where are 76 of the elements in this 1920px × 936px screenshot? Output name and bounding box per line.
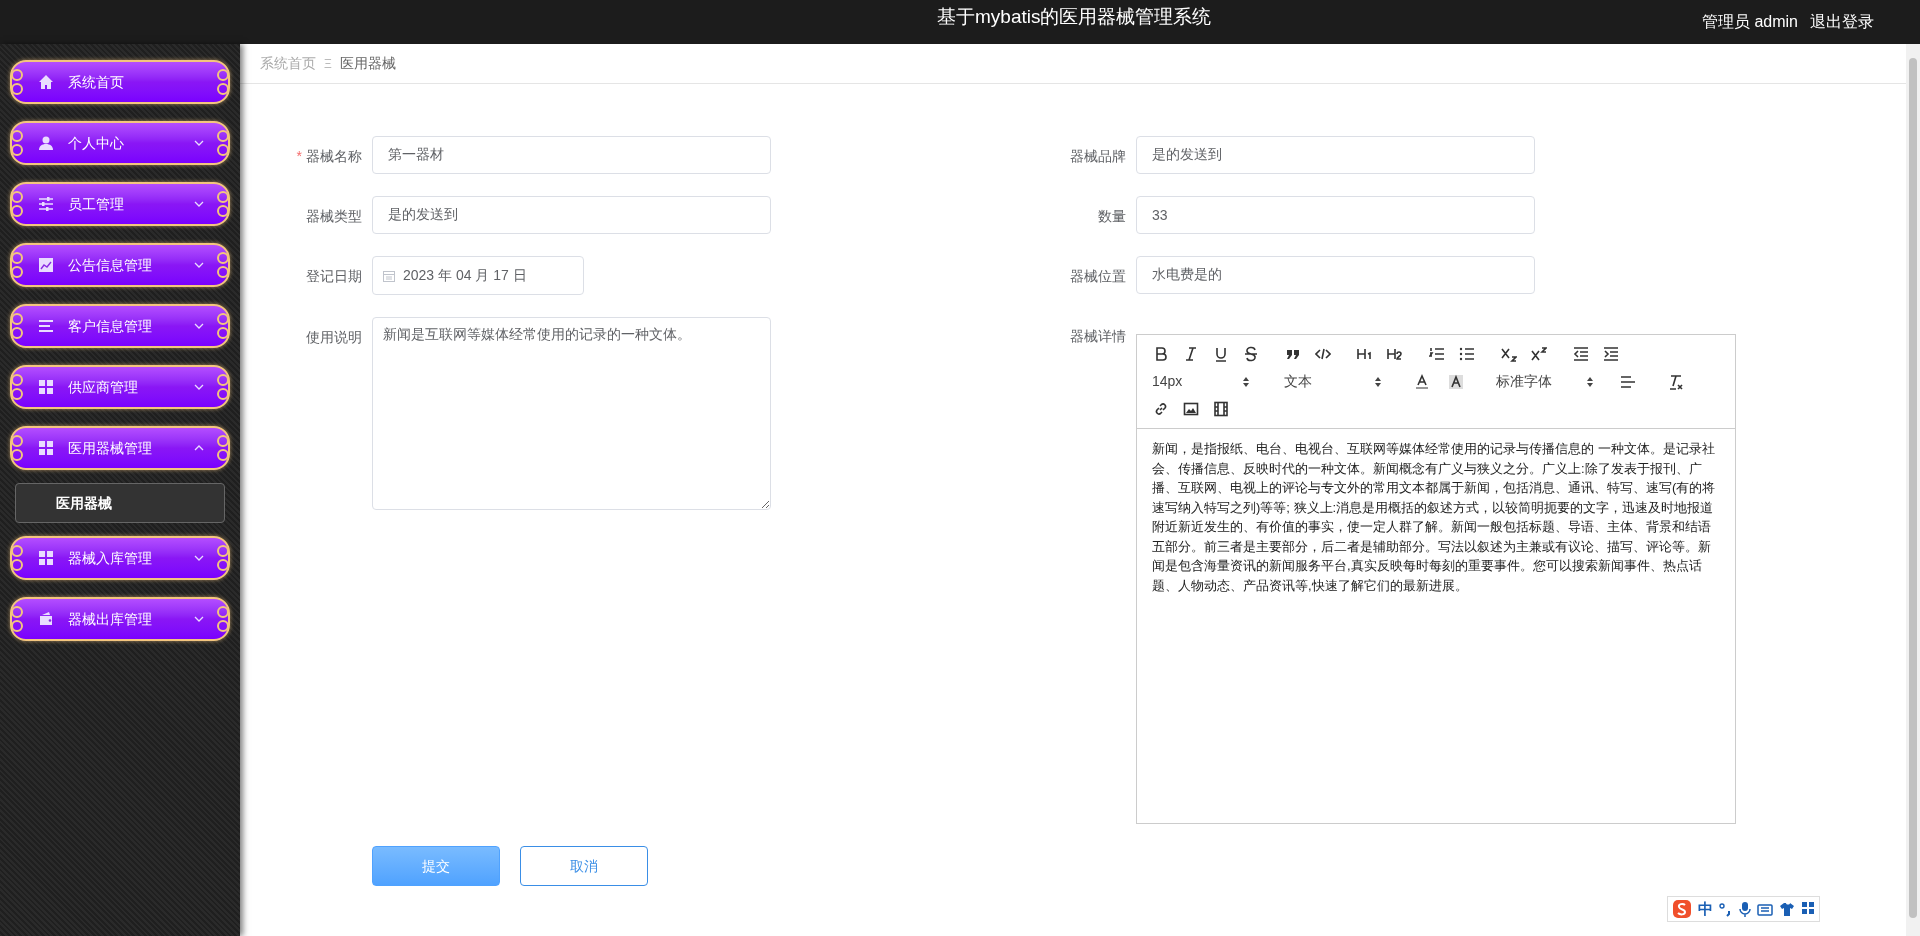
highlight-icon[interactable] xyxy=(1448,373,1464,390)
ordered-list-icon[interactable] xyxy=(1429,346,1445,362)
bullet-list-icon[interactable] xyxy=(1459,346,1475,362)
user-icon xyxy=(38,135,54,151)
calendar-icon xyxy=(383,269,395,282)
sidebar-menu-item[interactable]: 供应商管理 xyxy=(10,365,230,409)
input-field[interactable]: 第一器材 xyxy=(372,136,771,174)
grid-icon xyxy=(38,379,54,395)
punctuation-icon[interactable] xyxy=(1719,901,1733,917)
subscript-icon[interactable] xyxy=(1501,346,1517,362)
home-icon xyxy=(38,74,54,90)
cancel-button[interactable]: 取消 xyxy=(520,846,648,886)
image-icon[interactable] xyxy=(1183,401,1199,417)
input-field[interactable]: 是的发送到 xyxy=(1136,136,1535,174)
microphone-icon[interactable] xyxy=(1739,901,1751,917)
editor-content[interactable]: 新闻，是指报纸、电台、电视台、互联网等媒体经常使用的记录与传播信息的 一种文体。是记录社会、传播信息、反映时代的一种文体。新闻概念有广义与狭义之分。广义上:除了发表于报刊、广播、互联网、电视上的评论与专文外的常用文本都属于新闻，包括消息、通讯、特写、速写(有的将速写纳入特写之列)等等; 狭义上:消息是用概括的叙述方式，以较简明扼要的文字，迅速及时地报道附近新近发生的、有价值的事实，使一定人群了解。新闻一般包括标题、导语、主体、背景和结语五部分。前三者是主要部分，后二者是辅助部分。写法以叙述为主兼或有议论、描写、评论等。新闻是包含海量资讯的新闻服务平台,真实反映每时每刻的重要事件。您可以搜索新闻事件、热点话题、人物动态、产品资讯等,快速了解它们的最新进展。 xyxy=(1137,429,1735,595)
font-color-icon[interactable] xyxy=(1414,373,1430,390)
field-label: 器械品牌 xyxy=(1070,148,1126,164)
grid-icon xyxy=(38,440,54,456)
input-field[interactable]: 水电费是的 xyxy=(1136,256,1535,294)
heading-two-icon[interactable] xyxy=(1387,346,1403,362)
superscript-icon[interactable] xyxy=(1531,346,1547,362)
select-arrows-icon xyxy=(1586,375,1594,388)
code-icon[interactable] xyxy=(1315,346,1331,362)
editor-select[interactable]: 标准字体 xyxy=(1496,371,1594,392)
field-label: 器械位置 xyxy=(1070,268,1126,284)
field-label: 器械详情 xyxy=(1070,328,1126,344)
chart-icon xyxy=(38,257,54,273)
underline-icon[interactable] xyxy=(1213,346,1229,362)
sidebar-menu-item[interactable]: 个人中心 xyxy=(10,121,230,165)
submenu-item[interactable]: 医用器械 xyxy=(15,483,225,523)
heading-one-icon[interactable] xyxy=(1357,346,1373,362)
field-label: 登记日期 xyxy=(306,268,362,284)
input-method-logo-icon xyxy=(1672,899,1692,919)
strikethrough-icon[interactable] xyxy=(1243,346,1259,362)
date-field[interactable]: 2023 年 04 月 17 日 xyxy=(372,256,584,295)
sidebar-menu-item[interactable]: 客户信息管理 xyxy=(10,304,230,348)
sidebar-menu-item[interactable]: 器械入库管理 xyxy=(10,536,230,580)
input-mode-label[interactable]: 中 xyxy=(1698,897,1713,921)
clear-format-icon[interactable] xyxy=(1668,373,1684,390)
field-label: 器械类型 xyxy=(306,208,362,224)
input-field[interactable]: 33 xyxy=(1136,196,1535,234)
grid-icon[interactable] xyxy=(1801,901,1815,915)
list-icon xyxy=(38,318,54,334)
user-label: 管理员 admin xyxy=(1701,12,1798,32)
select-arrows-icon xyxy=(1374,375,1382,388)
app-title: 基于mybatis的医用器械管理系统 xyxy=(937,5,1212,29)
align-icon[interactable] xyxy=(1620,373,1636,390)
breadcrumb-separator: Ξ xyxy=(324,55,332,73)
italic-icon[interactable] xyxy=(1183,346,1199,362)
field-label: 使用说明 xyxy=(306,329,362,345)
link-icon[interactable] xyxy=(1153,401,1169,417)
sliders-icon xyxy=(38,196,54,212)
required-mark: * xyxy=(296,148,302,164)
field-label: 数量 xyxy=(1098,208,1126,224)
field-label: 器械名称 xyxy=(306,148,362,164)
select-arrows-icon xyxy=(1242,375,1250,388)
input-field[interactable]: 是的发送到 xyxy=(372,196,771,234)
outdent-icon[interactable] xyxy=(1573,346,1589,362)
wallet-icon xyxy=(38,611,54,627)
shirt-icon[interactable] xyxy=(1779,901,1795,917)
editor-select[interactable]: 文本 xyxy=(1284,371,1382,392)
video-icon[interactable] xyxy=(1213,401,1229,417)
grid-icon xyxy=(38,550,54,566)
indent-icon[interactable] xyxy=(1603,346,1619,362)
sidebar-menu-item[interactable]: 医用器械管理 xyxy=(10,426,230,470)
sidebar-menu-item[interactable]: 系统首页 xyxy=(10,60,230,104)
logout-link[interactable]: 退出登录 xyxy=(1810,10,1874,34)
sidebar-menu-item[interactable]: 员工管理 xyxy=(10,182,230,226)
sidebar-menu-item[interactable]: 公告信息管理 xyxy=(10,243,230,287)
keyboard-icon[interactable] xyxy=(1757,901,1773,917)
breadcrumb-link[interactable]: 医用器械 xyxy=(339,53,396,74)
text-area[interactable]: 新闻是互联网等媒体经常使用的记录的一种文体。 xyxy=(372,317,771,510)
editor-select[interactable]: 14px xyxy=(1152,371,1250,392)
bold-icon[interactable] xyxy=(1153,346,1169,362)
sidebar-menu-item[interactable]: 器械出库管理 xyxy=(10,597,230,641)
